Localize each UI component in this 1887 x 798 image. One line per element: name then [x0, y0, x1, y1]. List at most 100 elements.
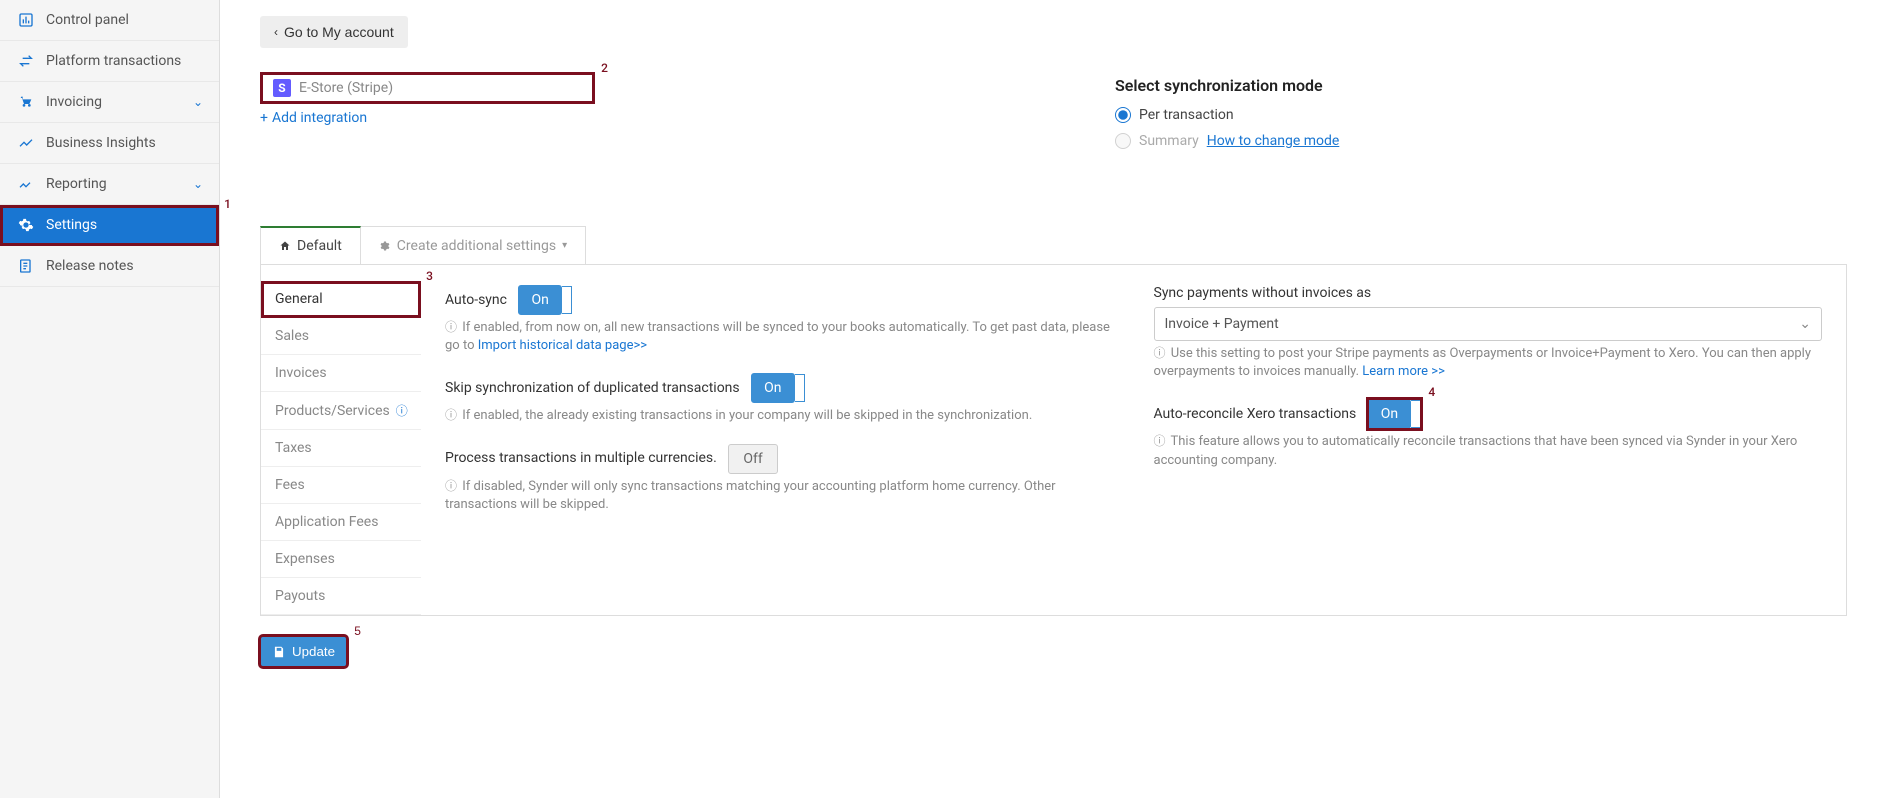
- sync-mode-title: Select synchronization mode: [1115, 76, 1339, 95]
- multi-curr-help: ⓘ If disabled, Synder will only sync tra…: [445, 478, 1114, 514]
- settings-nav-label: Fees: [275, 477, 305, 493]
- chevron-down-icon: ⌄: [193, 177, 203, 191]
- settings-tabs: Default Create additional settings ▾: [260, 226, 1847, 265]
- auto-reconcile-label: Auto-reconcile Xero transactions: [1154, 406, 1357, 422]
- import-historical-link[interactable]: Import historical data page>>: [478, 338, 647, 353]
- toggle-track: [795, 374, 805, 402]
- plus-icon: +: [260, 110, 268, 126]
- back-button-label: Go to My account: [284, 24, 394, 40]
- sidebar-item-invoicing[interactable]: Invoicing ⌄: [0, 82, 219, 123]
- settings-right-column: Sync payments without invoices as Invoic…: [1154, 285, 1823, 599]
- info-icon: ⓘ: [1154, 346, 1166, 360]
- tab-default[interactable]: Default: [260, 226, 361, 264]
- skip-dup-toggle[interactable]: On: [751, 373, 804, 403]
- toggle-on-label: On: [518, 285, 561, 315]
- insights-icon: [16, 133, 36, 153]
- settings-nav-invoices[interactable]: Invoices: [261, 355, 421, 392]
- settings-nav-label: Application Fees: [275, 514, 378, 530]
- sidebar-item-control-panel[interactable]: Control panel: [0, 0, 219, 41]
- settings-nav-fees[interactable]: Fees: [261, 467, 421, 504]
- sidebar-item-label: Invoicing: [46, 94, 193, 110]
- toggle-off-label: Off: [728, 444, 777, 474]
- sidebar-item-label: Control panel: [46, 12, 203, 28]
- tab-create-additional[interactable]: Create additional settings ▾: [361, 226, 586, 264]
- annotation-marker: 3: [426, 269, 433, 283]
- settings-left-column: Auto-sync On ⓘ If enabled, from now on, …: [445, 285, 1114, 599]
- save-icon: [272, 645, 286, 659]
- settings-nav-sales[interactable]: Sales: [261, 318, 421, 355]
- toggle-track: [1411, 400, 1421, 428]
- add-integration-label: Add integration: [272, 110, 367, 126]
- sync-without-label: Sync payments without invoices as: [1154, 285, 1372, 301]
- settings-nav-label: Payouts: [275, 588, 325, 604]
- sync-mode-per-transaction[interactable]: Per transaction: [1115, 107, 1339, 123]
- per-transaction-label: Per transaction: [1139, 107, 1234, 123]
- caret-down-icon: ▾: [562, 240, 567, 251]
- per-transaction-radio[interactable]: [1115, 107, 1131, 123]
- main-content: ‹ Go to My account S E-Store (Stripe) 2 …: [220, 0, 1887, 798]
- auto-reconcile-toggle[interactable]: On 4: [1368, 399, 1421, 429]
- sync-without-select[interactable]: Invoice + Payment ⌄: [1154, 307, 1823, 341]
- settings-nav-taxes[interactable]: Taxes: [261, 430, 421, 467]
- settings-nav-label: Expenses: [275, 551, 335, 567]
- info-icon: ⓘ: [445, 320, 457, 334]
- info-icon: ⓘ: [445, 479, 457, 493]
- stripe-icon: S: [273, 79, 291, 97]
- how-to-change-mode-link[interactable]: How to change mode: [1207, 133, 1340, 149]
- sync-without-help: ⓘ Use this setting to post your Stripe p…: [1154, 345, 1823, 381]
- toggle-on-label: On: [751, 373, 794, 403]
- auto-sync-label: Auto-sync: [445, 292, 507, 308]
- settings-nav-payouts[interactable]: Payouts: [261, 578, 421, 615]
- sidebar-item-label: Reporting: [46, 176, 193, 192]
- sidebar-item-platform-transactions[interactable]: Platform transactions: [0, 41, 219, 82]
- integration-selector[interactable]: S E-Store (Stripe) 2: [260, 72, 595, 104]
- auto-reconcile-help: ⓘ This feature allows you to automatical…: [1154, 433, 1823, 469]
- dashboard-icon: [16, 10, 36, 30]
- sidebar: Control panel Platform transactions Invo…: [0, 0, 220, 798]
- back-to-account-button[interactable]: ‹ Go to My account: [260, 16, 408, 48]
- select-value: Invoice + Payment: [1165, 316, 1279, 332]
- multi-curr-label: Process transactions in multiple currenc…: [445, 450, 717, 466]
- transfer-icon: [16, 51, 36, 71]
- settings-nav-application-fees[interactable]: Application Fees: [261, 504, 421, 541]
- settings-nav-products[interactable]: Products/Services ⓘ: [261, 392, 421, 430]
- info-icon: ⓘ: [445, 408, 457, 422]
- gear-icon: [379, 240, 391, 252]
- chart-line-icon: [16, 174, 36, 194]
- toggle-track: [562, 286, 572, 314]
- sidebar-item-label: Release notes: [46, 258, 203, 274]
- sync-mode-section: Select synchronization mode Per transact…: [1115, 76, 1339, 159]
- annotation-marker: 4: [1428, 385, 1435, 399]
- settings-subnav: General 3 Sales Invoices Products/Servic…: [261, 281, 421, 615]
- settings-nav-label: Products/Services: [275, 403, 390, 419]
- sidebar-item-label: Platform transactions: [46, 53, 203, 69]
- sidebar-item-reporting[interactable]: Reporting ⌄: [0, 164, 219, 205]
- auto-sync-toggle[interactable]: On: [518, 285, 571, 315]
- home-icon: [279, 240, 291, 252]
- info-icon: ⓘ: [1154, 434, 1166, 448]
- cart-icon: [16, 92, 36, 112]
- update-button[interactable]: Update 5: [260, 636, 347, 667]
- summary-label: Summary: [1139, 133, 1199, 149]
- settings-nav-general[interactable]: General 3: [261, 281, 421, 318]
- settings-nav-expenses[interactable]: Expenses: [261, 541, 421, 578]
- chevron-down-icon: ⌄: [1799, 316, 1811, 332]
- chevron-left-icon: ‹: [274, 25, 278, 39]
- summary-radio: [1115, 133, 1131, 149]
- sidebar-item-business-insights[interactable]: Business Insights: [0, 123, 219, 164]
- help-icon[interactable]: ⓘ: [396, 402, 408, 419]
- learn-more-link[interactable]: Learn more >>: [1362, 364, 1445, 379]
- settings-nav-label: Sales: [275, 328, 309, 344]
- skip-dup-label: Skip synchronization of duplicated trans…: [445, 380, 740, 396]
- sidebar-item-label: Settings: [46, 217, 203, 233]
- auto-sync-help: ⓘ If enabled, from now on, all new trans…: [445, 319, 1114, 355]
- notes-icon: [16, 256, 36, 276]
- sidebar-item-release-notes[interactable]: Release notes: [0, 246, 219, 287]
- toggle-on-label: On: [1368, 399, 1411, 429]
- sidebar-item-settings[interactable]: Settings 1: [0, 205, 219, 246]
- multi-curr-toggle[interactable]: Off: [728, 444, 777, 474]
- settings-nav-label: Invoices: [275, 365, 327, 381]
- add-integration-link[interactable]: + Add integration: [260, 110, 367, 126]
- tab-default-label: Default: [297, 238, 342, 254]
- tab-create-label: Create additional settings: [397, 238, 556, 254]
